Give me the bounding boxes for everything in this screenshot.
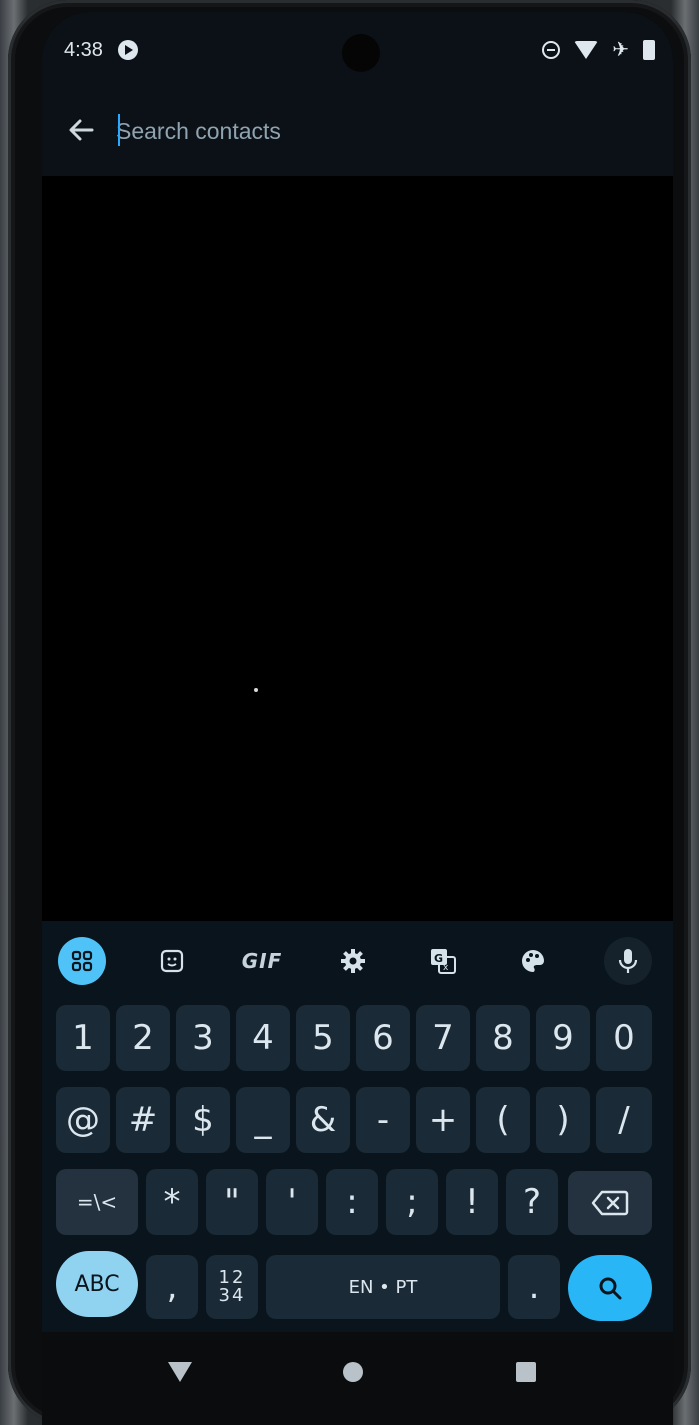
phone-frame: 4:38 ✈ Search contacts GIF G x 1 2 3 4 5… xyxy=(8,0,691,1425)
search-results-area xyxy=(42,176,673,921)
key-colon[interactable]: : xyxy=(326,1169,378,1235)
nav-home-icon[interactable] xyxy=(343,1362,363,1382)
status-time: 4:38 xyxy=(64,39,103,61)
key-asterisk[interactable]: * xyxy=(146,1169,198,1235)
key-6[interactable]: 6 xyxy=(356,1005,410,1071)
key-question[interactable]: ? xyxy=(506,1169,558,1235)
screen: 4:38 ✈ Search contacts GIF G x 1 2 3 4 5… xyxy=(42,12,673,1425)
abc-key[interactable]: ABC xyxy=(56,1251,138,1317)
key-hash[interactable]: # xyxy=(116,1087,170,1153)
key-minus[interactable]: - xyxy=(356,1087,410,1153)
space-bar[interactable]: EN • PT xyxy=(266,1255,500,1319)
key-slash[interactable]: / xyxy=(596,1087,652,1153)
text-cursor xyxy=(118,114,120,146)
backspace-key[interactable] xyxy=(568,1171,652,1235)
front-camera xyxy=(342,34,380,72)
status-icons: ✈ xyxy=(542,40,655,60)
key-single-quote[interactable]: ' xyxy=(266,1169,318,1235)
svg-text:G: G xyxy=(434,952,443,965)
key-more-symbols[interactable]: =\< xyxy=(56,1169,138,1235)
wifi-icon xyxy=(574,41,599,59)
key-3[interactable]: 3 xyxy=(176,1005,230,1071)
navigation-bar xyxy=(42,1332,673,1425)
svg-text:x: x xyxy=(443,963,449,973)
key-9[interactable]: 9 xyxy=(536,1005,590,1071)
key-4[interactable]: 4 xyxy=(236,1005,290,1071)
key-exclamation[interactable]: ! xyxy=(446,1169,498,1235)
search-bar xyxy=(42,84,673,176)
search-icon xyxy=(599,1277,622,1300)
key-period[interactable]: . xyxy=(508,1255,560,1319)
settings-icon[interactable] xyxy=(329,937,377,985)
key-2[interactable]: 2 xyxy=(116,1005,170,1071)
media-icon xyxy=(118,40,138,60)
key-at[interactable]: @ xyxy=(56,1087,110,1153)
palette-icon[interactable] xyxy=(509,937,557,985)
do-not-disturb-icon xyxy=(542,41,561,59)
key-ampersand[interactable]: & xyxy=(296,1087,350,1153)
nav-recents-icon[interactable] xyxy=(516,1362,536,1382)
search-key[interactable] xyxy=(568,1255,652,1321)
gif-label: GIF xyxy=(241,949,283,973)
battery-icon xyxy=(643,40,655,60)
key-5[interactable]: 5 xyxy=(296,1005,350,1071)
nav-back-icon[interactable] xyxy=(168,1362,192,1382)
key-dollar[interactable]: $ xyxy=(176,1087,230,1153)
key-semicolon[interactable]: ; xyxy=(386,1169,438,1235)
search-input[interactable] xyxy=(114,110,638,152)
key-8[interactable]: 8 xyxy=(476,1005,530,1071)
sticker-icon[interactable] xyxy=(148,937,196,985)
translate-icon[interactable]: Gx xyxy=(419,937,467,985)
key-1[interactable]: 1 xyxy=(56,1005,110,1071)
gif-icon[interactable]: GIF xyxy=(238,937,286,985)
key-double-quote[interactable]: " xyxy=(206,1169,258,1235)
back-arrow-icon[interactable] xyxy=(60,108,104,152)
key-comma[interactable]: , xyxy=(146,1255,198,1319)
touch-indicator xyxy=(254,688,258,692)
key-close-paren[interactable]: ) xyxy=(536,1087,590,1153)
key-underscore[interactable]: _ xyxy=(236,1087,290,1153)
key-open-paren[interactable]: ( xyxy=(476,1087,530,1153)
mic-icon[interactable] xyxy=(604,937,652,985)
apps-grid-icon[interactable] xyxy=(58,937,106,985)
key-7[interactable]: 7 xyxy=(416,1005,470,1071)
numpad-key[interactable]: 12 34 xyxy=(206,1255,258,1319)
keyboard-toolbar: GIF Gx xyxy=(42,933,673,989)
key-0[interactable]: 0 xyxy=(596,1005,652,1071)
key-plus[interactable]: + xyxy=(416,1087,470,1153)
backspace-icon xyxy=(591,1190,629,1216)
status-bar: 4:38 ✈ xyxy=(42,12,673,84)
airplane-mode-icon: ✈ xyxy=(612,39,629,61)
